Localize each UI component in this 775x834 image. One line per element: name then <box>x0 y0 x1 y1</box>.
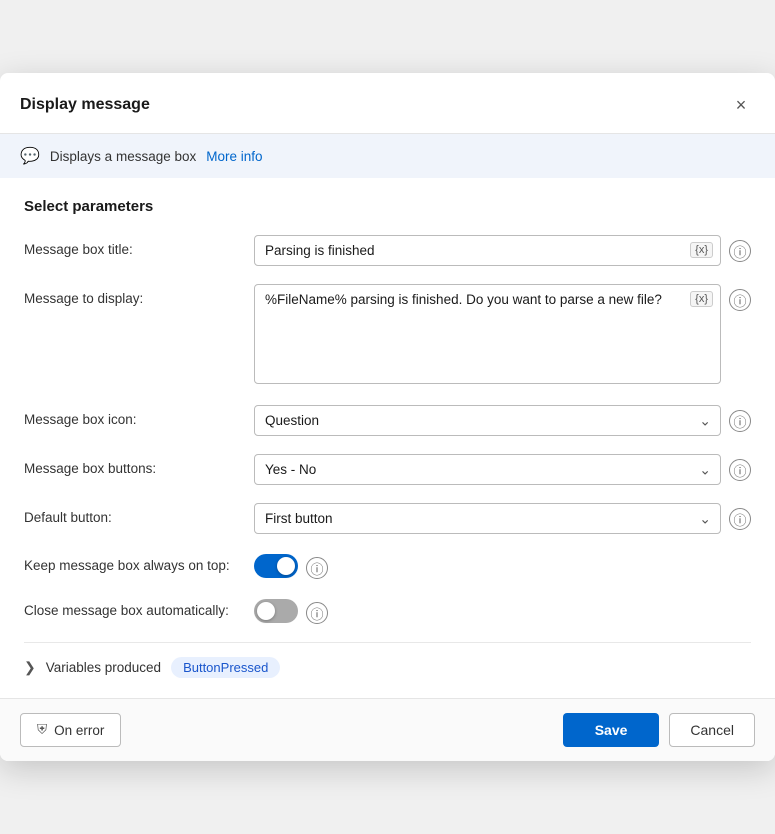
close-auto-info-icon[interactable]: ⓘ <box>306 602 328 624</box>
message-to-display-wrap: %FileName% parsing is finished. Do you w… <box>254 284 751 387</box>
dialog-header: Display message × <box>0 73 775 134</box>
keep-on-top-label: Keep message box always on top: <box>24 558 254 573</box>
message-box-title-wrap: {x} ⓘ <box>254 235 751 266</box>
default-button-info-icon[interactable]: ⓘ <box>729 508 751 530</box>
message-box-title-input-wrap: {x} <box>254 235 721 266</box>
close-auto-thumb <box>257 602 275 620</box>
dialog-container: Display message × 💬 Displays a message b… <box>0 73 775 761</box>
dialog-title: Display message <box>20 96 150 114</box>
close-auto-label: Close message box automatically: <box>24 603 254 618</box>
footer-actions: Save Cancel <box>563 713 755 747</box>
message-box-buttons-select-wrap: Yes - No OK OK - Cancel Abort - Retry - … <box>254 454 721 485</box>
message-box-icon-wrap: Question None Information Warning Error … <box>254 405 751 436</box>
message-box-buttons-row: Message box buttons: Yes - No OK OK - Ca… <box>24 454 751 485</box>
message-box-icon-select-wrap: Question None Information Warning Error … <box>254 405 721 436</box>
message-box-buttons-wrap: Yes - No OK OK - Cancel Abort - Retry - … <box>254 454 751 485</box>
default-button-select[interactable]: First button Second button Third button <box>254 503 721 534</box>
info-banner: 💬 Displays a message box More info <box>0 134 775 178</box>
on-error-button[interactable]: ⛨ On error <box>20 713 121 747</box>
message-to-display-label: Message to display: <box>24 284 254 306</box>
more-info-link[interactable]: More info <box>206 149 262 164</box>
message-box-icon-select[interactable]: Question None Information Warning Error <box>254 405 721 436</box>
message-box-title-row: Message box title: {x} ⓘ <box>24 235 751 266</box>
cancel-button[interactable]: Cancel <box>669 713 755 747</box>
message-box-title-info-icon[interactable]: ⓘ <box>729 240 751 262</box>
section-title: Select parameters <box>24 198 751 215</box>
keep-on-top-info-icon[interactable]: ⓘ <box>306 557 328 579</box>
dialog-body: Select parameters Message box title: {x}… <box>0 178 775 698</box>
message-box-buttons-label: Message box buttons: <box>24 454 254 476</box>
variables-row: ❯ Variables produced ButtonPressed <box>24 642 751 688</box>
save-button[interactable]: Save <box>563 713 660 747</box>
default-button-label: Default button: <box>24 503 254 525</box>
dialog-footer: ⛨ On error Save Cancel <box>0 698 775 761</box>
default-button-select-wrap: First button Second button Third button … <box>254 503 721 534</box>
chat-icon: 💬 <box>20 146 40 166</box>
close-button[interactable]: × <box>727 91 755 119</box>
message-box-buttons-select[interactable]: Yes - No OK OK - Cancel Abort - Retry - … <box>254 454 721 485</box>
keep-on-top-toggle[interactable] <box>254 554 298 578</box>
message-box-icon-label: Message box icon: <box>24 405 254 427</box>
keep-on-top-row: Keep message box always on top: ⓘ <box>24 552 751 579</box>
message-to-display-input-wrap: %FileName% parsing is finished. Do you w… <box>254 284 721 387</box>
keep-on-top-wrap: ⓘ <box>254 552 751 579</box>
default-button-row: Default button: First button Second butt… <box>24 503 751 534</box>
message-to-display-row: Message to display: %FileName% parsing i… <box>24 284 751 387</box>
message-box-icon-info-icon[interactable]: ⓘ <box>729 410 751 432</box>
banner-description: Displays a message box <box>50 149 196 164</box>
default-button-wrap: First button Second button Third button … <box>254 503 751 534</box>
close-auto-wrap: ⓘ <box>254 597 751 624</box>
message-to-display-info-icon[interactable]: ⓘ <box>729 289 751 311</box>
message-box-icon-row: Message box icon: Question None Informat… <box>24 405 751 436</box>
close-auto-row: Close message box automatically: ⓘ <box>24 597 751 624</box>
on-error-label: On error <box>54 723 104 738</box>
variables-chevron-icon[interactable]: ❯ <box>24 659 36 676</box>
message-box-title-input[interactable] <box>254 235 721 266</box>
message-box-buttons-info-icon[interactable]: ⓘ <box>729 459 751 481</box>
message-to-display-input[interactable]: %FileName% parsing is finished. Do you w… <box>254 284 721 384</box>
variables-label: Variables produced <box>46 660 161 675</box>
close-auto-toggle[interactable] <box>254 599 298 623</box>
message-box-title-label: Message box title: <box>24 235 254 257</box>
shield-icon: ⛨ <box>37 722 47 738</box>
variable-chip-buttonpressed: ButtonPressed <box>171 657 280 678</box>
keep-on-top-thumb <box>277 557 295 575</box>
